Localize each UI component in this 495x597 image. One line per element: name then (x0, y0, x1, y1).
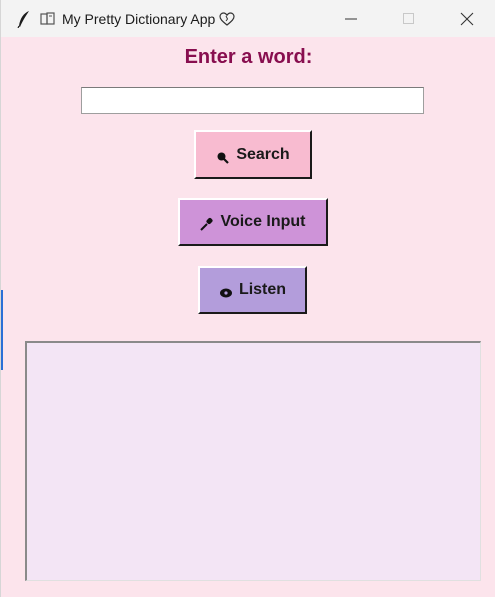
close-button[interactable] (438, 0, 495, 37)
word-input[interactable] (81, 87, 424, 114)
feather-icon (15, 10, 33, 28)
title-bar[interactable]: My Pretty Dictionary App (1, 0, 495, 37)
search-button-label: Search (236, 145, 290, 163)
books-icon (39, 10, 57, 28)
minimize-button[interactable] (322, 0, 380, 37)
definition-output[interactable] (25, 341, 481, 581)
desktop-edge (1, 290, 3, 370)
maximize-icon (403, 12, 414, 24)
close-icon (460, 12, 474, 25)
window-controls (322, 0, 495, 37)
microphone-icon (200, 217, 214, 231)
minimize-icon (345, 18, 357, 19)
prompt-heading: Enter a word: (184, 46, 313, 68)
app-window: My Pretty Dictionary App Enter a word: S… (0, 0, 495, 597)
speaker-icon (219, 285, 233, 299)
maximize-button[interactable] (380, 0, 438, 37)
window-title: My Pretty Dictionary App (62, 10, 216, 27)
voice-input-button-label: Voice Input (220, 213, 306, 230)
magnifier-icon (216, 150, 230, 164)
listen-button-label: Listen (238, 281, 287, 298)
listen-button[interactable]: Listen (198, 266, 307, 314)
voice-input-button[interactable]: Voice Input (178, 198, 328, 246)
heart-icon (219, 11, 235, 27)
search-button[interactable]: Search (194, 130, 312, 179)
